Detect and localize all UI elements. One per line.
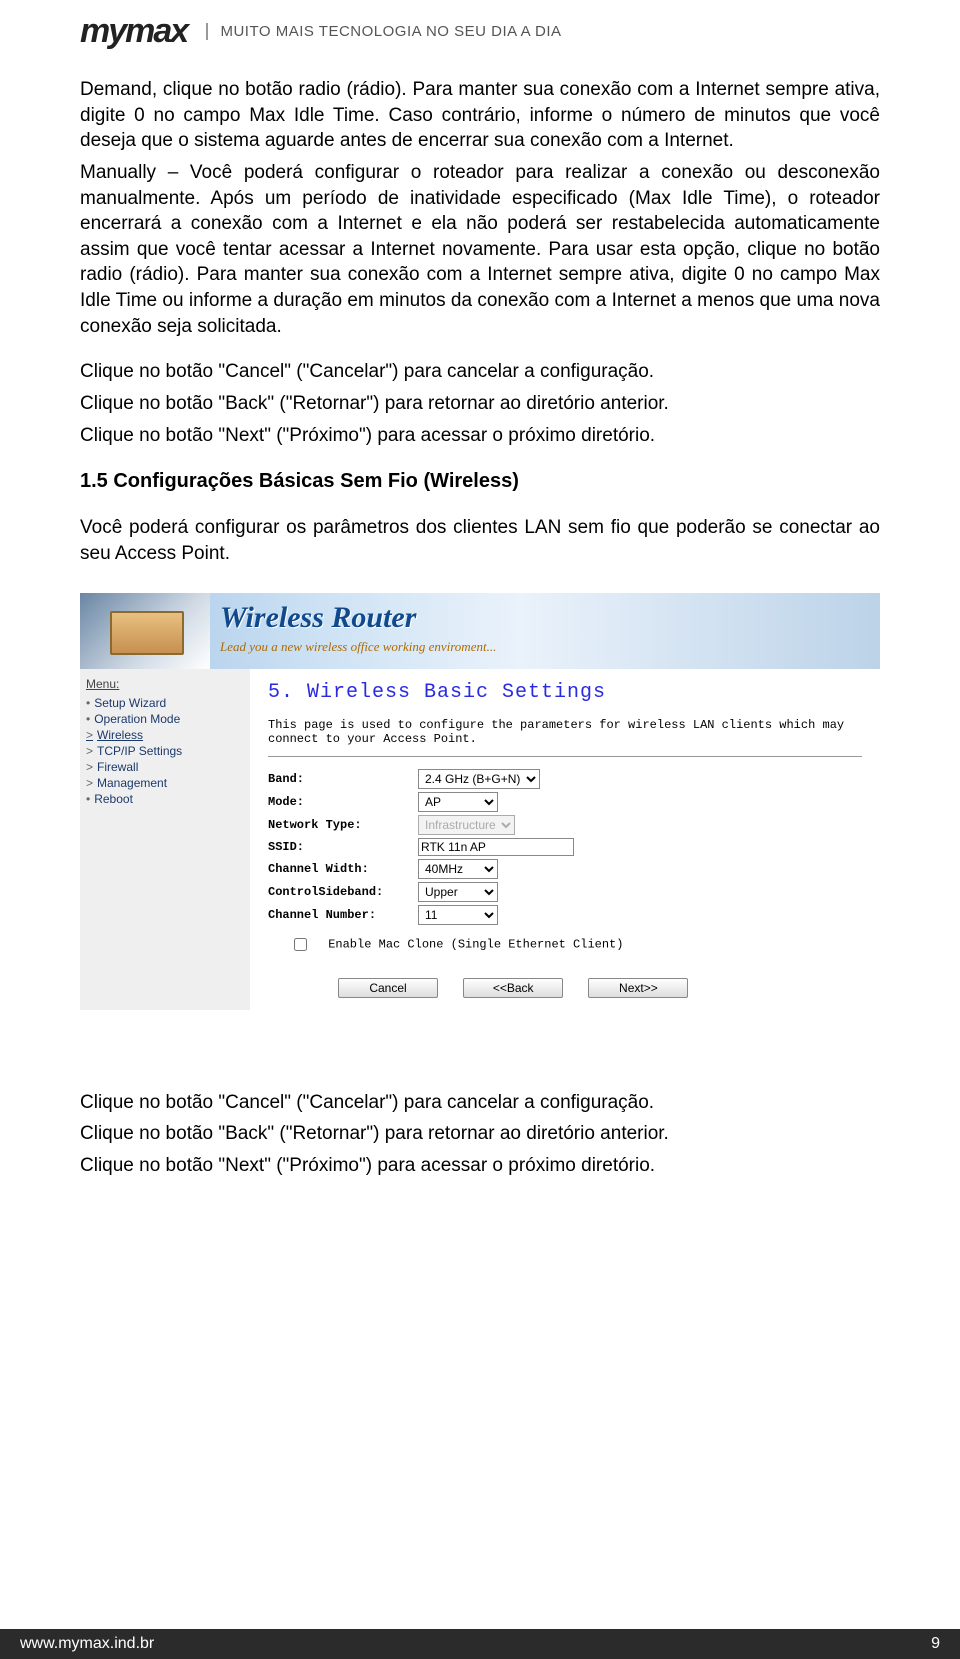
- bullet-dot-icon: •: [86, 712, 90, 726]
- router-main-panel: 5. Wireless Basic Settings This page is …: [250, 669, 880, 1010]
- footer-url: www.mymax.ind.br: [20, 1635, 154, 1653]
- select-band[interactable]: 2.4 GHz (B+G+N): [418, 769, 540, 789]
- divider: [268, 756, 862, 757]
- label-mac-clone: Enable Mac Clone (Single Ethernet Client…: [328, 937, 623, 951]
- select-network-type: Infrastructure: [418, 815, 515, 835]
- menu-item-firewall[interactable]: > Firewall: [86, 759, 244, 775]
- line-back-2: Clique no botão "Back" ("Retornar") para…: [80, 1121, 880, 1147]
- select-mode[interactable]: AP: [418, 792, 498, 812]
- line-next: Clique no botão "Next" ("Próximo") para …: [80, 423, 880, 449]
- label-network-type: Network Type:: [268, 818, 418, 832]
- brand-tagline: MUITO MAIS TECNOLOGIA NO SEU DIA A DIA: [206, 23, 561, 40]
- menu-label: Reboot: [94, 792, 133, 806]
- banner-subtitle: Lead you a new wireless office working e…: [220, 639, 496, 655]
- select-channel-number[interactable]: 11: [418, 905, 498, 925]
- line-cancel-2: Clique no botão "Cancel" ("Cancelar") pa…: [80, 1090, 880, 1116]
- menu-label: Operation Mode: [94, 712, 180, 726]
- label-channel-number: Channel Number:: [268, 908, 418, 922]
- menu-label: Management: [97, 776, 167, 790]
- footer-page-number: 9: [931, 1635, 940, 1653]
- menu-item-wireless[interactable]: > Wireless: [86, 727, 244, 743]
- banner-title: Wireless Router: [220, 601, 416, 635]
- menu-item-operation-mode[interactable]: • Operation Mode: [86, 711, 244, 727]
- select-control-sideband[interactable]: Upper: [418, 882, 498, 902]
- chevron-right-icon: >: [86, 744, 93, 758]
- panel-title: 5. Wireless Basic Settings: [268, 681, 862, 704]
- menu-label: Setup Wizard: [94, 696, 166, 710]
- menu-item-setup-wizard[interactable]: • Setup Wizard: [86, 695, 244, 711]
- next-button[interactable]: Next>>: [588, 978, 688, 998]
- router-banner: Wireless Router Lead you a new wireless …: [80, 593, 880, 669]
- bullet-dot-icon: •: [86, 792, 90, 806]
- chevron-right-icon: >: [86, 760, 93, 774]
- input-ssid[interactable]: [418, 838, 574, 856]
- page-footer: www.mymax.ind.br 9: [0, 1629, 960, 1659]
- menu-item-reboot[interactable]: • Reboot: [86, 791, 244, 807]
- chevron-right-icon: >: [86, 728, 93, 742]
- line-back: Clique no botão "Back" ("Retornar") para…: [80, 391, 880, 417]
- cancel-button[interactable]: Cancel: [338, 978, 438, 998]
- menu-label: TCP/IP Settings: [97, 744, 182, 758]
- section-heading: 1.5 Configurações Básicas Sem Fio (Wirel…: [80, 470, 880, 493]
- paragraph-demand: Demand, clique no botão radio (rádio). P…: [80, 77, 880, 154]
- menu-label: Wireless: [97, 728, 143, 742]
- page-header: mymax MUITO MAIS TECNOLOGIA NO SEU DIA A…: [0, 0, 960, 53]
- section-lead: Você poderá configurar os parâmetros dos…: [80, 515, 880, 566]
- brand-logo: mymax: [80, 12, 187, 51]
- label-mode: Mode:: [268, 795, 418, 809]
- line-next-2: Clique no botão "Next" ("Próximo") para …: [80, 1153, 880, 1179]
- document-body: Demand, clique no botão radio (rádio). P…: [0, 53, 960, 1179]
- back-button[interactable]: <<Back: [463, 978, 563, 998]
- checkbox-mac-clone[interactable]: [294, 938, 307, 951]
- bullet-dot-icon: •: [86, 696, 90, 710]
- label-control-sideband: ControlSideband:: [268, 885, 418, 899]
- select-channel-width[interactable]: 40MHz: [418, 859, 498, 879]
- menu-label: Firewall: [97, 760, 138, 774]
- brand-name: mymax: [80, 12, 187, 50]
- label-channel-width: Channel Width:: [268, 862, 418, 876]
- paragraph-manually: Manually – Você poderá configurar o rote…: [80, 160, 880, 339]
- banner-photo: [80, 593, 210, 669]
- menu-item-tcpip[interactable]: > TCP/IP Settings: [86, 743, 244, 759]
- chevron-right-icon: >: [86, 776, 93, 790]
- line-cancel: Clique no botão "Cancel" ("Cancelar") pa…: [80, 359, 880, 385]
- panel-description: This page is used to configure the param…: [268, 718, 862, 746]
- router-menu: Menu: • Setup Wizard • Operation Mode > Wir…: [80, 669, 250, 1010]
- label-band: Band:: [268, 772, 418, 786]
- router-screenshot: Wireless Router Lead you a new wireless …: [80, 593, 880, 1010]
- menu-item-management[interactable]: > Management: [86, 775, 244, 791]
- menu-title: Menu:: [86, 677, 244, 691]
- label-ssid: SSID:: [268, 840, 418, 854]
